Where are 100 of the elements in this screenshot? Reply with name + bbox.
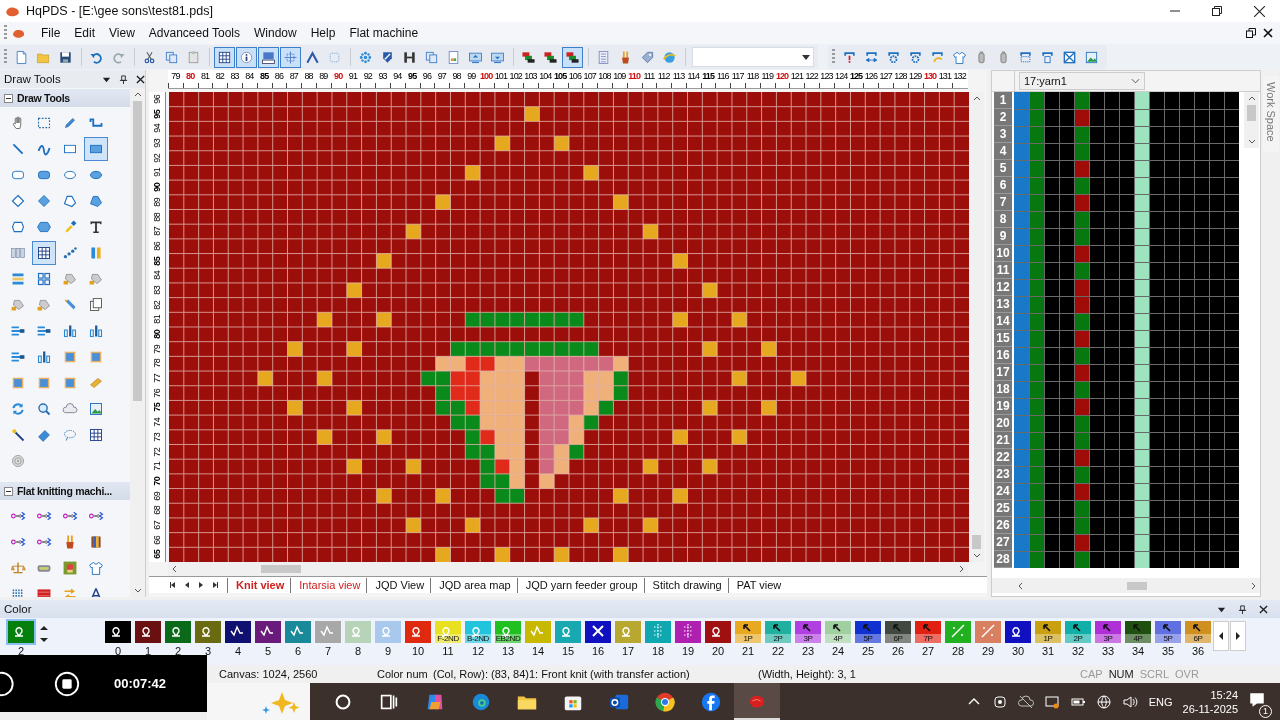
ruler-number: 85	[151, 255, 163, 268]
swatch-number: 16	[591, 645, 605, 657]
swatch-number: 2	[174, 645, 182, 657]
swatch-number: 21	[741, 645, 755, 657]
ruler-number: 79	[168, 70, 183, 88]
color-swatch[interactable]: 6P	[885, 621, 911, 643]
swatch-number: 15	[561, 645, 575, 657]
ruler-number: 126	[863, 70, 879, 88]
row-number: 20	[994, 415, 1012, 432]
ruler-number: 73	[151, 431, 163, 444]
swatch-number: 1	[144, 645, 152, 657]
ruler-number: 81	[151, 313, 163, 327]
side-tab[interactable]: Work Space	[1262, 76, 1279, 152]
ruler-number: 122	[804, 70, 820, 88]
status-text: (Width, Height): 3, 1	[758, 668, 857, 680]
color-swatch[interactable]: EB2ND	[495, 621, 521, 643]
row-number: 11	[994, 262, 1012, 279]
swatch-number: 9	[384, 645, 392, 657]
ruler-number: 123	[819, 70, 834, 88]
section-header[interactable]: Flat knitting machi...	[0, 482, 130, 500]
ruler-number: 65	[151, 548, 163, 562]
swatch-number: 2	[17, 645, 25, 657]
section-header[interactable]: Draw Tools	[0, 89, 130, 107]
color-swatch[interactable]: 3P	[1095, 621, 1121, 643]
ruler-number: 107	[582, 70, 598, 88]
swatch-number: 25	[861, 645, 875, 657]
swatch-number: 6	[294, 645, 302, 657]
menu-item[interactable]: File	[35, 24, 69, 42]
ruler-number: 93	[375, 70, 390, 88]
view-tab[interactable]: JQD View	[366, 577, 431, 593]
swatch-number: 30	[1011, 645, 1025, 657]
ruler-number: 94	[151, 122, 163, 136]
color-swatch[interactable]: 1P	[1035, 621, 1061, 643]
color-swatch[interactable]: 2P	[765, 621, 791, 643]
color-swatch[interactable]: 6P	[1185, 621, 1211, 643]
view-tab[interactable]: JQD yarn feeder group	[516, 577, 644, 593]
ruler-number: 116	[715, 70, 731, 88]
ruler-number: 70	[151, 475, 163, 488]
color-swatch[interactable]: 4P	[1125, 621, 1151, 643]
recording-timer: 00:07:42	[114, 676, 167, 691]
view-tab[interactable]: Intarsia view	[290, 577, 367, 593]
ruler-number: 112	[656, 70, 672, 88]
swatch-number: 8	[354, 645, 362, 657]
row-number: 10	[994, 245, 1012, 262]
row-number: 8	[994, 211, 1012, 228]
swatch-number: 19	[681, 645, 695, 657]
view-tab[interactable]: JQD area map	[430, 577, 517, 593]
ruler-number: 91	[151, 166, 163, 180]
ruler-number: 92	[360, 70, 376, 88]
notification-badge: 1	[1259, 705, 1272, 718]
color-swatch[interactable]: 1P	[735, 621, 761, 643]
ruler-number: 72	[151, 446, 163, 459]
clock-time: 15:24	[1210, 687, 1238, 702]
swatch-number: 36	[1191, 645, 1205, 657]
ruler-number: 74	[151, 416, 163, 429]
color-swatch[interactable]: 7P	[915, 621, 941, 643]
ruler-number: 82	[212, 70, 228, 88]
swatch-number: 26	[891, 645, 905, 657]
ruler-number: 71	[151, 460, 163, 474]
panel-title: Draw Tools	[4, 73, 62, 85]
row-number: 3	[994, 126, 1012, 143]
swatch-number: 34	[1131, 645, 1145, 657]
swatch-number: 27	[921, 645, 935, 657]
ruler-number: 103	[523, 70, 538, 88]
view-tab[interactable]: Stitch drawing	[643, 577, 728, 593]
yarn-dropdown[interactable]: 17:yarn1	[1019, 72, 1145, 90]
swatch-number: 0	[114, 645, 122, 657]
color-swatch[interactable]: 3P	[795, 621, 821, 643]
color-swatch[interactable]: F-2ND	[435, 621, 461, 643]
menu-item[interactable]: View	[103, 24, 143, 42]
row-number: 1	[994, 92, 1012, 109]
key-indicator: SCRL	[1139, 668, 1170, 680]
ruler-number: 117	[730, 70, 746, 88]
ruler-number: 84	[151, 269, 163, 283]
color-swatch[interactable]: 5P	[1155, 621, 1181, 643]
menu-item[interactable]: Help	[304, 24, 344, 42]
color-swatch[interactable]: 5P	[855, 621, 881, 643]
ruler-number: 76	[151, 387, 163, 400]
ruler-number: 68	[151, 504, 163, 518]
ruler-number: 113	[671, 70, 686, 88]
ruler-number: 118	[745, 70, 760, 88]
row-number: 18	[994, 381, 1012, 398]
language-indicator[interactable]: ENG	[1148, 695, 1173, 708]
menu-item[interactable]: Advanceed Tools	[142, 24, 248, 42]
color-swatch[interactable]: B-2ND	[465, 621, 491, 643]
swatch-number: 14	[531, 645, 545, 657]
ruler-number: 90	[151, 181, 163, 194]
swatch-number: 33	[1101, 645, 1115, 657]
swatch-number: 20	[711, 645, 725, 657]
view-tab[interactable]: PAT view	[727, 577, 788, 593]
menu-item[interactable]: Flat machine	[343, 24, 427, 42]
swatch-number: 11	[442, 645, 454, 657]
row-number: 17	[994, 364, 1012, 381]
menu-item[interactable]: Edit	[68, 24, 104, 42]
color-swatch[interactable]: 4P	[825, 621, 851, 643]
row-number: 22	[994, 449, 1012, 466]
row-number: 28	[994, 551, 1012, 568]
color-swatch[interactable]: 2P	[1065, 621, 1091, 643]
menu-item[interactable]: Window	[248, 24, 305, 42]
key-indicator: OVR	[1175, 668, 1199, 680]
